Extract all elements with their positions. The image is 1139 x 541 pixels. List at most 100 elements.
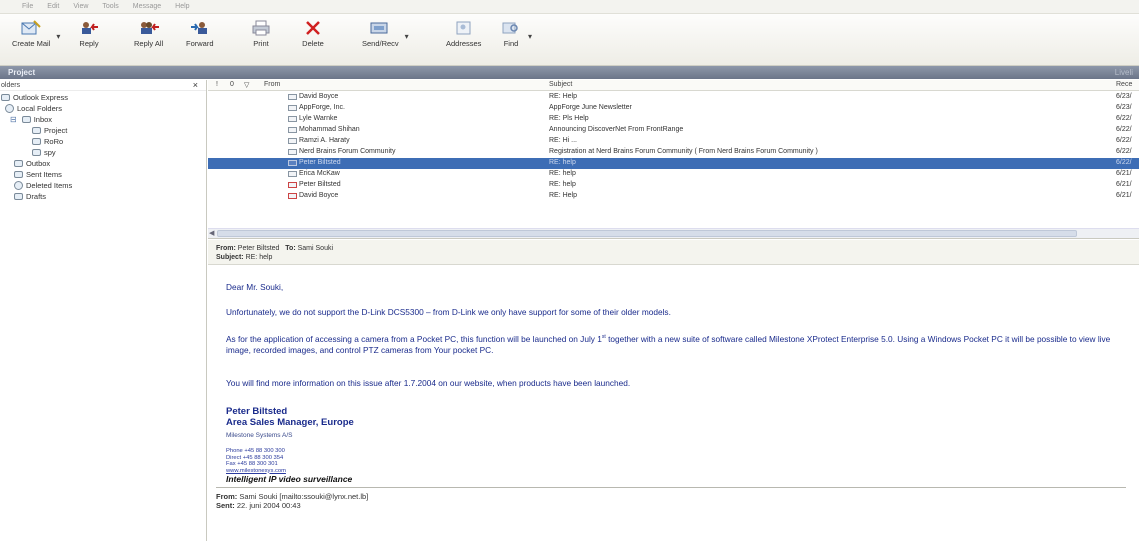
addresses-button[interactable]: Addresses: [446, 20, 481, 62]
message-list: ! 0 ▽ From Subject Rece David Boyce RE: H…: [208, 80, 1139, 239]
scrollbar-thumb[interactable]: [217, 230, 1077, 237]
identity-label: Liveli: [1114, 68, 1133, 77]
to-label: To:: [285, 245, 296, 252]
column-from[interactable]: From: [264, 81, 280, 88]
message-row[interactable]: Ramzi A. Haraty RE: Hi ... 6/22/: [208, 136, 1139, 147]
reply-button[interactable]: Reply: [78, 20, 100, 62]
envelope-icon: [288, 170, 297, 177]
send-receive-dropdown[interactable]: ▾: [405, 32, 409, 41]
column-received[interactable]: Rece: [1116, 81, 1132, 88]
reply-icon: [82, 22, 98, 34]
signature-tagline: Intelligent IP video surveillance: [226, 474, 353, 484]
preview-pane: From: Peter Biltsted To: Sami Souki Subj…: [208, 240, 1139, 541]
inbox-icon: [21, 116, 31, 123]
reply-all-button[interactable]: Reply All: [134, 20, 163, 62]
quote-divider: [216, 487, 1126, 488]
print-icon: [252, 20, 270, 36]
subject-value: RE: help: [245, 254, 273, 261]
from-value: Peter Biltsted: [237, 245, 280, 252]
create-mail-button[interactable]: Create Mail ▾: [12, 20, 60, 62]
signature-company: Milestone Systems A/S: [226, 432, 293, 439]
folder-drafts[interactable]: Drafts: [14, 192, 46, 201]
message-row[interactable]: Nerd Brains Forum Community Registration …: [208, 147, 1139, 158]
find-icon: [502, 22, 518, 34]
paragraph-2: As for the application of accessing a ca…: [226, 333, 1111, 355]
envelope-icon: [288, 104, 297, 111]
folder-roro[interactable]: RoRo: [32, 137, 63, 146]
menu-tools[interactable]: Tools: [102, 3, 118, 10]
envelope-icon: [288, 115, 297, 122]
message-row[interactable]: Erica McKaw RE: help 6/21/: [208, 169, 1139, 180]
create-mail-dropdown[interactable]: ▾: [56, 32, 60, 41]
paragraph-3: You will find more information on this i…: [226, 378, 631, 388]
envelope-icon: [288, 159, 297, 166]
column-priority[interactable]: !: [216, 81, 218, 88]
message-row-selected[interactable]: Peter Biltsted RE: help 6/22/: [208, 158, 1139, 169]
collapse-icon[interactable]: ⊟: [10, 115, 17, 124]
find-button[interactable]: Find ▾: [500, 20, 532, 62]
quoted-sent: Sent: 22. juni 2004 00:43: [216, 501, 301, 510]
message-row[interactable]: AppForge, Inc. AppForge June Newsletter 6/…: [208, 103, 1139, 114]
folder-outlook-express[interactable]: Outlook Express: [1, 93, 68, 102]
to-value: Sami Souki: [297, 245, 334, 252]
deleted-items-icon: [14, 181, 23, 190]
forward-icon: [190, 22, 207, 34]
envelope-icon: [288, 137, 297, 144]
from-label: From:: [216, 245, 236, 252]
folder-sent-items[interactable]: Sent Items: [14, 170, 62, 179]
message-row[interactable]: Mohammad Shihan Announcing DiscoverNet Fr…: [208, 125, 1139, 136]
greeting: Dear Mr. Souki,: [226, 282, 284, 292]
delete-button[interactable]: Delete: [302, 20, 324, 62]
preview-header: From: Peter Biltsted To: Sami Souki Subj…: [208, 240, 1139, 265]
menu-file[interactable]: File: [22, 3, 33, 10]
toolbar: Create Mail ▾ Reply Reply All Forward Pr…: [0, 14, 1139, 66]
message-row[interactable]: David Boyce RE: Help 6/21/: [208, 191, 1139, 202]
message-row[interactable]: Peter Biltsted RE: help 6/21/: [208, 180, 1139, 191]
menu-view[interactable]: View: [73, 3, 88, 10]
column-subject[interactable]: Subject: [549, 81, 572, 88]
envelope-icon: [288, 93, 297, 100]
delete-icon: [306, 21, 320, 35]
send-receive-button[interactable]: Send/Recv ▾: [362, 20, 409, 62]
message-row[interactable]: Lyle Warnke RE: Pls Help 6/22/: [208, 114, 1139, 125]
folder-title-bar: Project Liveli: [0, 66, 1139, 79]
column-flag[interactable]: ▽: [244, 81, 249, 89]
folder-local-folders[interactable]: Local Folders: [5, 104, 62, 113]
menu-help[interactable]: Help: [175, 3, 189, 10]
horizontal-scrollbar[interactable]: ◀: [208, 228, 1139, 238]
signature-title: Area Sales Manager, Europe: [226, 417, 354, 428]
folder-icon: [32, 138, 41, 145]
local-folders-icon: [5, 104, 14, 113]
message-row[interactable]: David Boyce RE: Help 6/23/: [208, 92, 1139, 103]
addresses-icon: [456, 21, 471, 35]
replied-envelope-icon: [288, 192, 297, 199]
envelope-icon: [288, 148, 297, 155]
menu-bar: File Edit View Tools Message Help: [0, 0, 1139, 14]
forward-button[interactable]: Forward: [186, 20, 214, 62]
folder-spy[interactable]: spy: [32, 148, 56, 157]
outlook-express-icon: [1, 94, 10, 101]
folder-deleted-items[interactable]: Deleted Items: [14, 181, 72, 190]
column-attachment[interactable]: 0: [230, 81, 234, 88]
signature-name: Peter Biltsted: [226, 406, 288, 417]
folder-icon: [32, 149, 41, 156]
drafts-icon: [14, 193, 23, 200]
menu-edit[interactable]: Edit: [47, 3, 59, 10]
close-icon[interactable]: ×: [193, 80, 198, 90]
folder-pane: olders × Outlook Express Local Folders ⊟…: [0, 80, 207, 541]
message-list-header: ! 0 ▽ From Subject Rece: [208, 80, 1139, 91]
send-receive-icon: [370, 22, 388, 34]
folder-project[interactable]: Project: [32, 126, 67, 135]
folder-pane-header: olders ×: [0, 80, 206, 91]
folder-inbox[interactable]: ⊟ Inbox: [10, 115, 52, 124]
paragraph-1: Unfortunately, we do not support the D-L…: [226, 307, 671, 317]
print-button[interactable]: Print: [250, 20, 272, 62]
find-dropdown[interactable]: ▾: [528, 32, 532, 41]
scroll-left-icon[interactable]: ◀: [209, 229, 214, 237]
menu-message[interactable]: Message: [133, 3, 161, 10]
create-mail-icon: [21, 20, 41, 35]
folder-pane-title: olders: [1, 81, 21, 89]
outbox-icon: [14, 160, 23, 167]
folder-outbox[interactable]: Outbox: [14, 159, 50, 168]
replied-envelope-icon: [288, 181, 297, 188]
